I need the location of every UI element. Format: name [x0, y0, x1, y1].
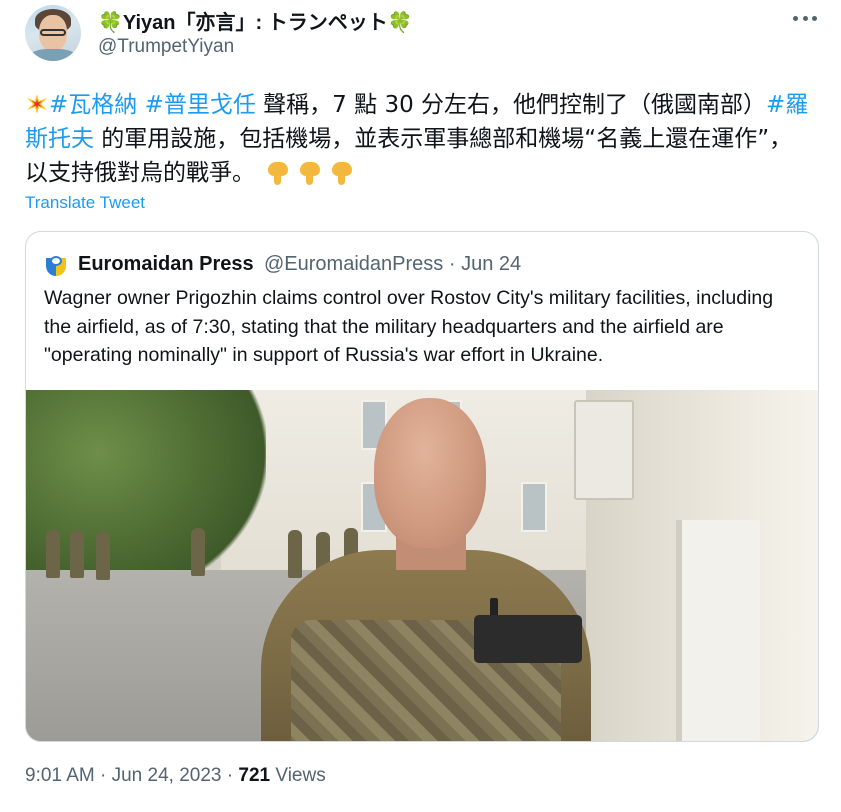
clover-icon: 🍀 [387, 12, 413, 34]
author-display-name[interactable]: 🍀Yiyan「亦言」: トランペット🍀 [98, 6, 413, 35]
tweet-metadata: 9:01 AM · Jun 24, 2023 · 721 Views [25, 765, 326, 787]
hashtag-link[interactable]: #瓦格納 [49, 92, 137, 118]
pointing-down-hand-icon [329, 160, 355, 186]
tweet-date[interactable]: Jun 24, 2023 [112, 765, 222, 786]
author-handle[interactable]: @TrumpetYiyan [98, 36, 234, 58]
pointing-down-hand-icon [265, 160, 291, 186]
quoted-author-meta: @EuromaidanPress · Jun 24 [264, 253, 521, 276]
meta-separator: · [226, 765, 234, 786]
tweet-text-segment: 的軍用設施，包括機場，並表示軍事總部和機場“名義上還在運作”，以支持俄對烏的戰爭… [25, 126, 793, 186]
quoted-author-name[interactable]: Euromaidan Press [78, 253, 254, 276]
clover-icon: 🍀 [98, 12, 123, 34]
quoted-author-handle[interactable]: @EuromaidanPress [264, 253, 443, 275]
pointing-down-hand-icon [297, 160, 323, 186]
collision-emoji-icon [25, 92, 49, 116]
quoted-author-avatar[interactable] [44, 254, 68, 278]
tweet-text: #瓦格納 #普里戈任 聲稱，7 點 30 分左右，他們控制了（俄國南部）#羅斯托… [25, 88, 815, 190]
author-name-text: Yiyan「亦言」: トランペット [122, 12, 388, 34]
avatar-glasses [40, 29, 66, 36]
quoted-tweet-card[interactable]: Euromaidan Press @EuromaidanPress · Jun … [25, 231, 819, 742]
hashtag-link[interactable]: #普里戈任 [145, 92, 256, 118]
tweet-text-segment: 聲稱，7 點 30 分左右，他們控制了（俄國南部） [255, 92, 767, 118]
translate-tweet-link[interactable]: Translate Tweet [25, 193, 145, 213]
views-label: Views [275, 765, 326, 786]
quoted-tweet-image[interactable] [26, 390, 818, 741]
tweet-time[interactable]: 9:01 AM [25, 765, 95, 786]
quoted-tweet-text: Wagner owner Prigozhin claims control ov… [44, 287, 774, 366]
meta-separator: · [100, 765, 107, 786]
quoted-tweet-date[interactable]: Jun 24 [461, 253, 521, 275]
views-count[interactable]: 721 [238, 765, 270, 786]
tweet-article: 🍀Yiyan「亦言」: トランペット🍀 @TrumpetYiyan #瓦格納 #… [0, 0, 841, 812]
meta-separator: · [448, 253, 456, 275]
more-options-icon[interactable] [793, 10, 817, 26]
avatar-shirt [29, 49, 77, 61]
author-avatar[interactable] [25, 5, 81, 61]
